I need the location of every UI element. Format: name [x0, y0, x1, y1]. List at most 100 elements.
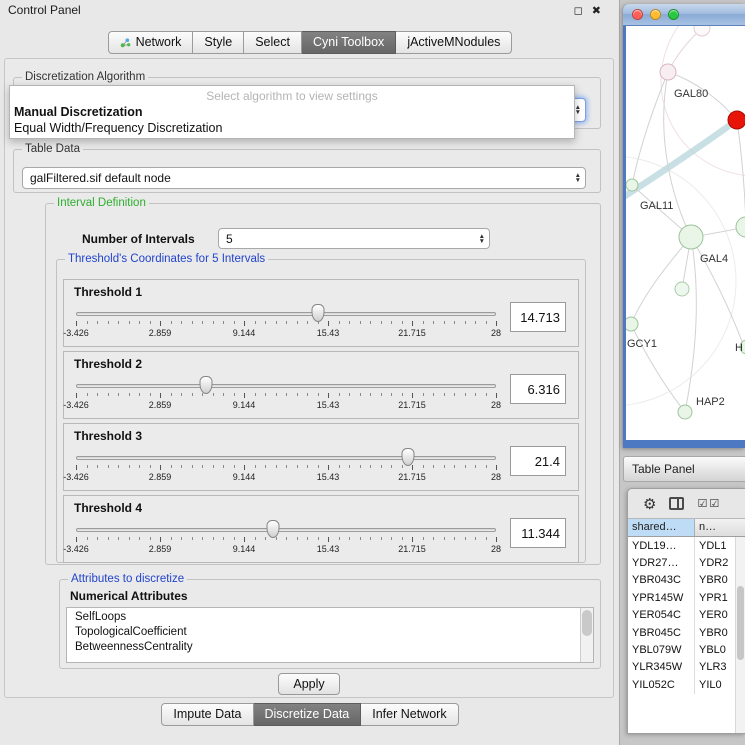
- threshold-4-slider[interactable]: -3.4262.8599.14415.4321.71528: [76, 516, 496, 560]
- network-node[interactable]: [728, 111, 745, 129]
- tick-mark: [202, 393, 203, 396]
- tick-mark: [349, 465, 350, 468]
- table-row[interactable]: YBL079WYBL0: [628, 641, 745, 658]
- tick-mark: [97, 321, 98, 324]
- tick-label: 28: [491, 544, 501, 554]
- close-light[interactable]: [632, 9, 643, 20]
- cell-shared-name: YIL052C: [628, 676, 695, 693]
- slider-thumb[interactable]: [200, 376, 213, 394]
- tab-jactivemnodules[interactable]: jActiveMNodules: [396, 31, 512, 54]
- slider-thumb[interactable]: [401, 448, 414, 466]
- network-node[interactable]: [694, 26, 710, 36]
- network-node[interactable]: [736, 217, 745, 237]
- column-header-n[interactable]: n…: [695, 519, 745, 536]
- columns-icon[interactable]: [669, 497, 684, 510]
- network-window-titlebar[interactable]: [623, 4, 745, 26]
- tab-select[interactable]: Select: [244, 31, 302, 54]
- tick-mark: [402, 321, 403, 324]
- number-of-intervals-value: 5: [226, 232, 233, 246]
- network-node-hap2[interactable]: [678, 405, 692, 419]
- attribute-item-betweennesscentrality[interactable]: BetweennessCentrality: [67, 640, 593, 655]
- interval-definition-title: Interval Definition: [54, 197, 149, 209]
- tick-mark: [160, 321, 161, 326]
- gear-icon[interactable]: ⚙: [643, 495, 656, 513]
- dropdown-placeholder: Select algorithm to view settings: [10, 88, 574, 104]
- table-row[interactable]: YDL19…YDL1: [628, 537, 745, 554]
- attribute-item-topologicalcoefficient[interactable]: TopologicalCoefficient: [67, 625, 593, 640]
- tab-discretize-data[interactable]: Discretize Data: [254, 703, 362, 726]
- tab-cyni-toolbox[interactable]: Cyni Toolbox: [302, 31, 396, 54]
- threshold-1-value[interactable]: 14.713: [510, 302, 566, 332]
- select-columns-icons[interactable]: ☑ ☑: [697, 497, 719, 510]
- slider-thumb[interactable]: [312, 304, 325, 322]
- tick-mark: [87, 321, 88, 324]
- tick-mark: [265, 465, 266, 468]
- table-row[interactable]: YIL052CYIL0: [628, 676, 745, 693]
- number-of-intervals-select[interactable]: 5 ▲ ▼: [218, 228, 490, 249]
- scrollbar-thumb[interactable]: [582, 610, 592, 636]
- tick-label: -3.426: [63, 400, 89, 410]
- tick-label: -3.426: [63, 472, 89, 482]
- threshold-3-value[interactable]: 21.4: [510, 446, 566, 476]
- numerical-attributes-label: Numerical Attributes: [70, 589, 188, 603]
- threshold-1-slider[interactable]: -3.4262.8599.14415.4321.71528: [76, 300, 496, 344]
- table-row[interactable]: YLR345WYLR3: [628, 659, 745, 676]
- tick-mark: [412, 393, 413, 398]
- threshold-2-row: -3.4262.8599.14415.4321.71528 6.316: [74, 372, 566, 416]
- threshold-4-value[interactable]: 11.344: [510, 518, 566, 548]
- algorithm-option-manual-discretization[interactable]: Manual Discretization: [10, 104, 574, 120]
- tab-label: Discretize Data: [265, 707, 350, 721]
- table-panel-title: Table Panel: [632, 462, 695, 476]
- network-node-gal4[interactable]: [679, 225, 703, 249]
- column-header-shared[interactable]: shared…: [628, 519, 695, 536]
- tab-infer-network[interactable]: Infer Network: [361, 703, 458, 726]
- attribute-item-selfloops[interactable]: SelfLoops: [67, 610, 593, 625]
- network-node-gcy1[interactable]: [626, 317, 638, 331]
- slider-track: [76, 528, 496, 532]
- attributes-scrollbar[interactable]: [580, 608, 593, 662]
- table-row[interactable]: YER054CYER0: [628, 607, 745, 624]
- cell-shared-name: YDR27…: [628, 554, 695, 571]
- tab-label: jActiveMNodules: [407, 35, 500, 49]
- table-row[interactable]: YBR045CYBR0: [628, 624, 745, 641]
- tick-mark: [370, 465, 371, 468]
- tick-mark: [97, 393, 98, 396]
- network-edge: [737, 120, 745, 227]
- threshold-2-slider[interactable]: -3.4262.8599.14415.4321.71528: [76, 372, 496, 416]
- tick-mark: [381, 393, 382, 396]
- tick-mark: [370, 537, 371, 540]
- apply-button[interactable]: Apply: [278, 673, 340, 695]
- tick-mark: [150, 393, 151, 396]
- tab-network[interactable]: Network: [108, 31, 194, 54]
- tick-mark: [118, 321, 119, 324]
- zoom-light[interactable]: [668, 9, 679, 20]
- numerical-attributes-list[interactable]: SelfLoopsTopologicalCoefficientBetweenne…: [66, 607, 594, 663]
- network-node-gal80[interactable]: [660, 64, 676, 80]
- table-scrollbar[interactable]: [735, 537, 745, 733]
- table-row[interactable]: YPR145WYPR1: [628, 589, 745, 606]
- table-panel-header[interactable]: Table Panel: [623, 456, 745, 482]
- threshold-3-slider[interactable]: -3.4262.8599.14415.4321.71528: [76, 444, 496, 488]
- tab-label: Infer Network: [372, 707, 446, 721]
- threshold-2-value[interactable]: 6.316: [510, 374, 566, 404]
- slider-track: [76, 312, 496, 316]
- close-icon[interactable]: ✖: [592, 4, 601, 17]
- tab-impute-data[interactable]: Impute Data: [161, 703, 253, 726]
- table-row[interactable]: YDR27…YDR2: [628, 554, 745, 571]
- tick-mark: [360, 465, 361, 468]
- network-node[interactable]: [675, 282, 689, 296]
- table-data-select[interactable]: galFiltered.sif default node ▲ ▼: [22, 167, 586, 189]
- algorithm-option-equal-width-frequency-discretization[interactable]: Equal Width/Frequency Discretization: [10, 120, 574, 136]
- float-window-icon[interactable]: ◻: [574, 4, 583, 17]
- minimize-light[interactable]: [650, 9, 661, 20]
- network-node-gal11[interactable]: [626, 179, 638, 191]
- scrollbar-thumb[interactable]: [737, 586, 744, 660]
- tab-style[interactable]: Style: [193, 31, 244, 54]
- tick-label: 28: [491, 328, 501, 338]
- network-canvas[interactable]: GAL80GAL11GAL4GCY1HHAP2: [626, 26, 745, 440]
- slider-thumb[interactable]: [267, 520, 280, 538]
- tick-mark: [97, 537, 98, 540]
- tick-mark: [244, 537, 245, 542]
- tick-mark: [171, 465, 172, 468]
- table-row[interactable]: YBR043CYBR0: [628, 572, 745, 589]
